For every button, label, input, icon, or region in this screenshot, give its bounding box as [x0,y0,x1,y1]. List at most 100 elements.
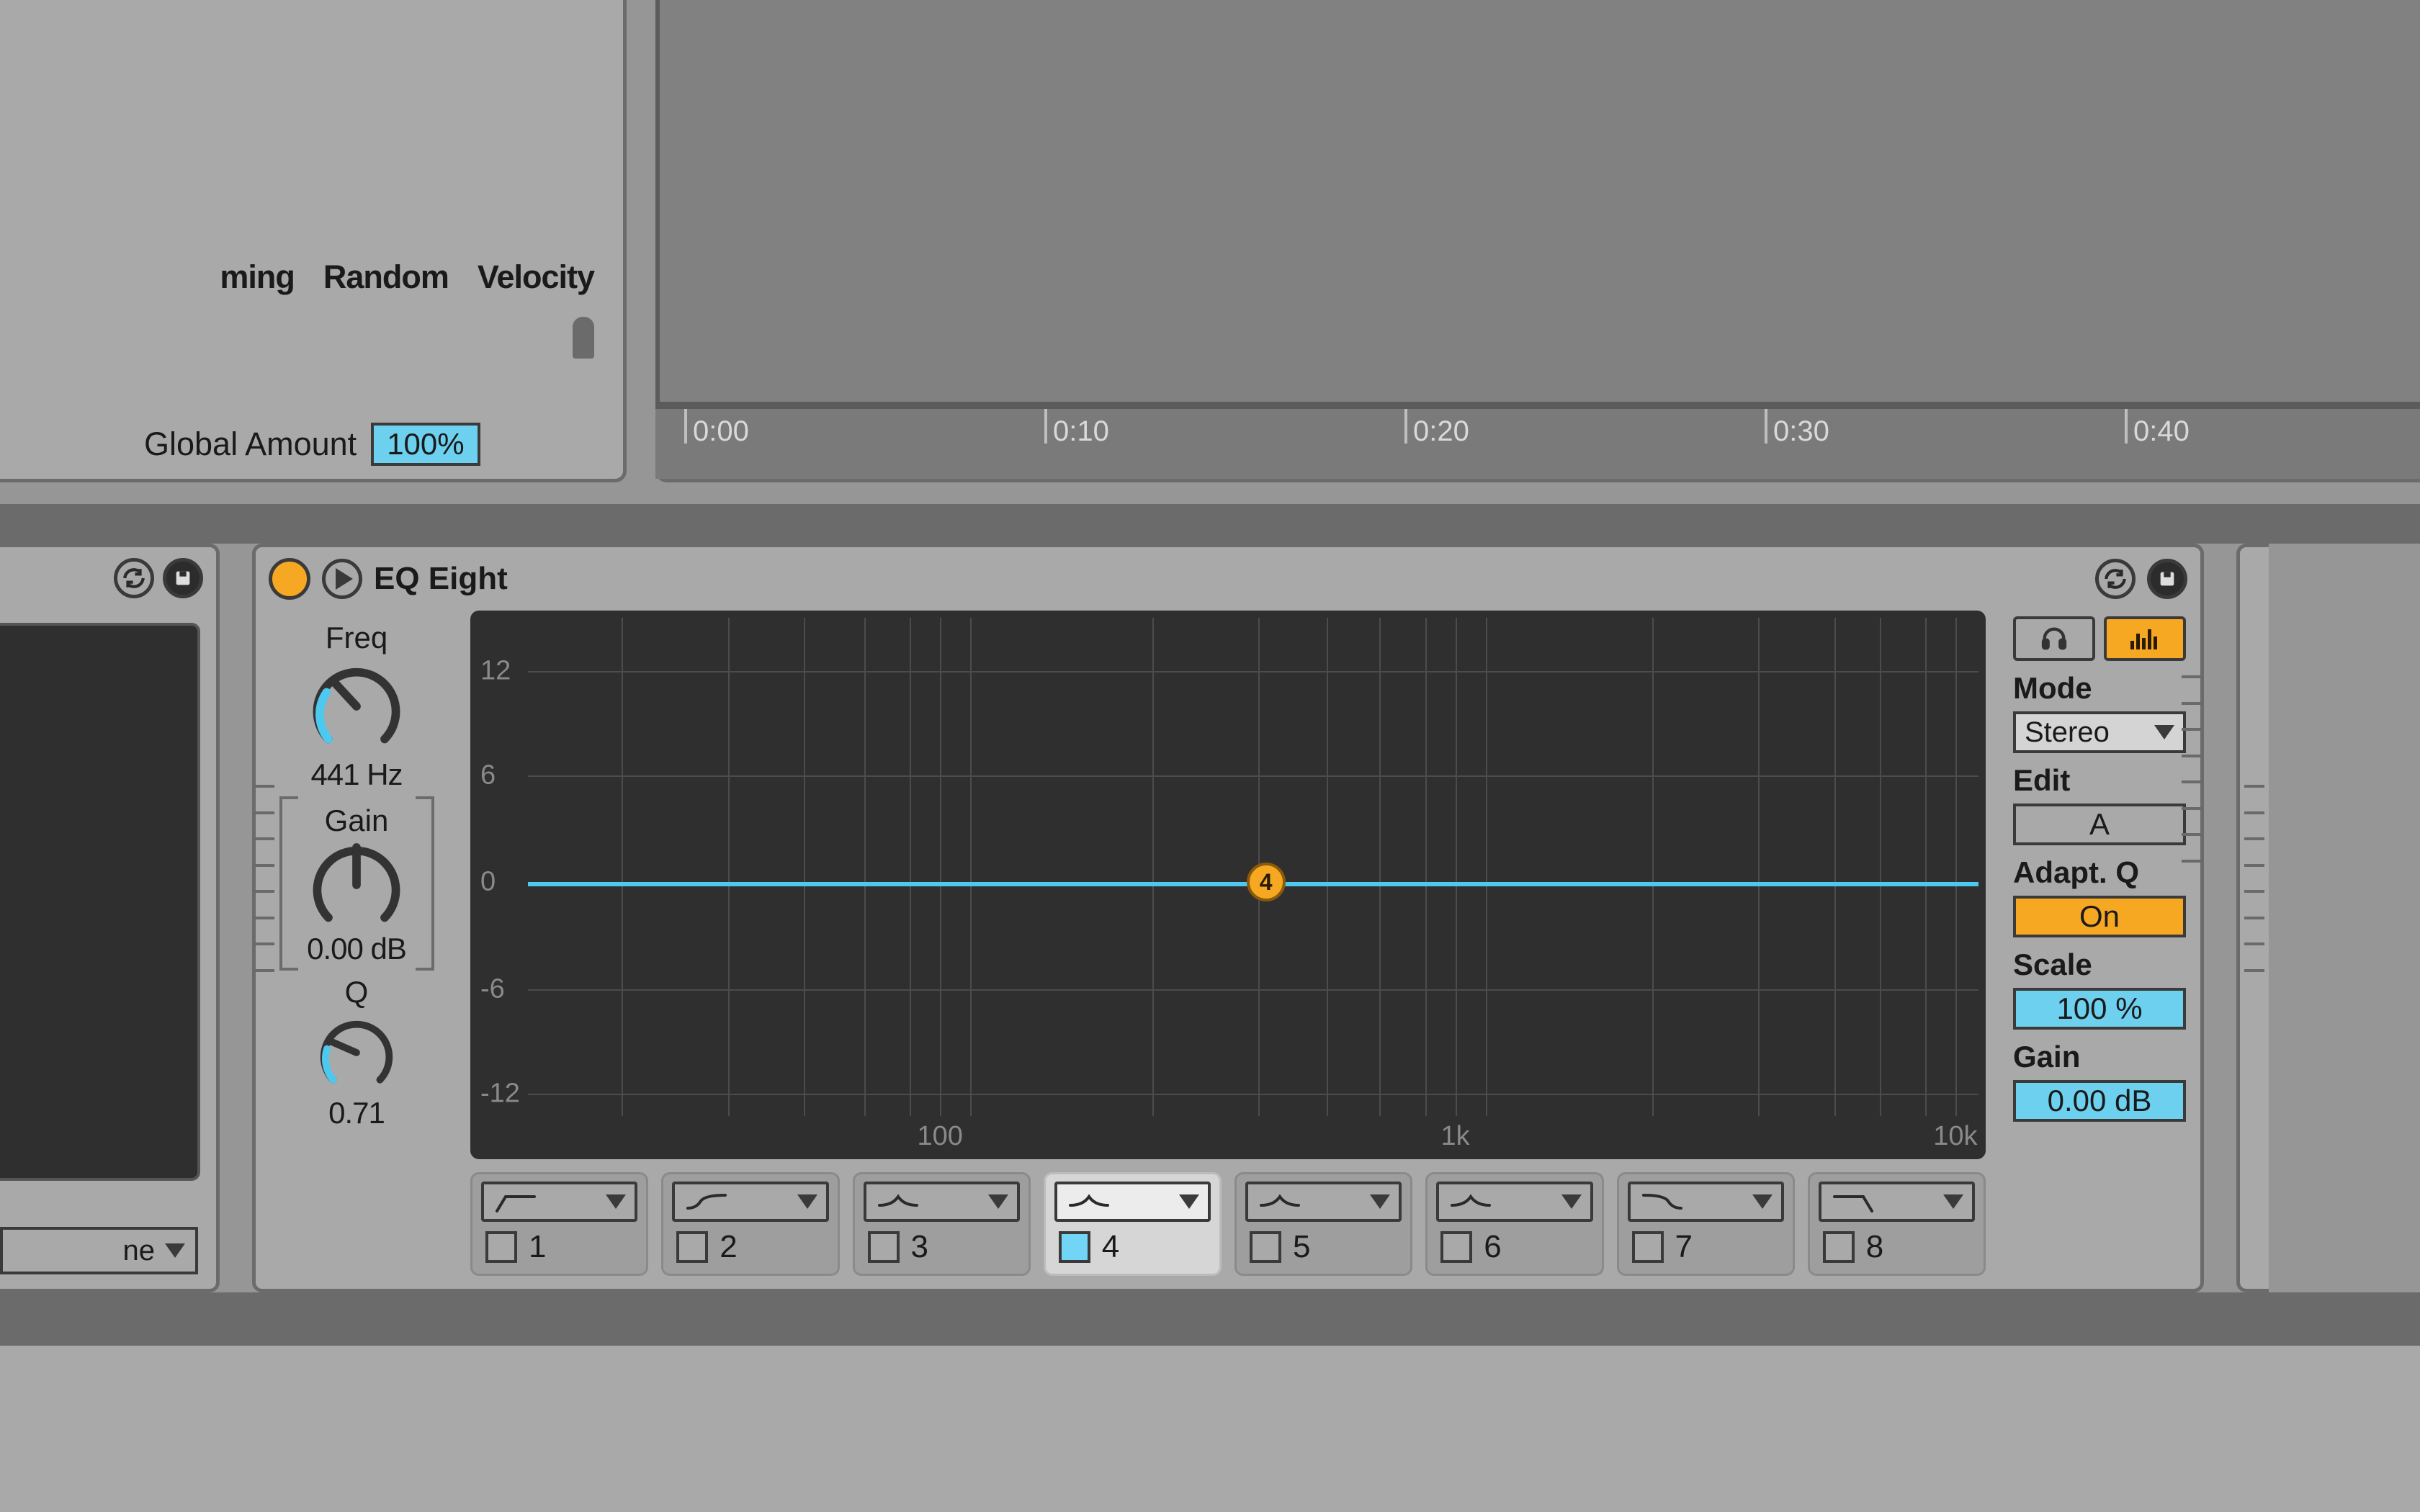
device-left-truncated: ne [0,544,220,1292]
scale-label: Scale [2013,948,2186,982]
x-tick: 10k [1933,1121,1977,1152]
grip-handle[interactable] [2244,785,2264,972]
ruler-tick: 0:00 [684,409,749,444]
headphones-icon [2040,624,2069,653]
band-enable-checkbox[interactable] [485,1231,517,1263]
x-tick: 1k [1441,1121,1470,1152]
filter-shape-icon [684,1189,730,1214]
band-number: 5 [1293,1229,1310,1265]
band-tile-1[interactable]: 1 [470,1172,648,1276]
band-enable-checkbox[interactable] [1823,1231,1855,1263]
midi-effect-panel: ming Random Velocity Global Amount 100% [0,0,627,482]
freq-value[interactable]: 441 Hz [310,757,402,792]
chevron-down-icon [1370,1194,1390,1209]
band-tile-6[interactable]: 6 [1425,1172,1603,1276]
filter-type-select[interactable] [1436,1182,1592,1222]
y-tick: 6 [480,760,496,791]
ruler-tick: 0:40 [2125,409,2190,444]
band-enable-checkbox[interactable] [868,1231,900,1263]
band-number: 2 [720,1229,737,1265]
band-enable-checkbox[interactable] [1440,1231,1472,1263]
ruler-tick: 0:20 [1404,409,1469,444]
arrangement-track[interactable] [655,0,2420,407]
global-amount-value[interactable]: 100% [371,423,480,466]
analyzer-toggle[interactable] [2104,616,2186,661]
preset-dropdown[interactable]: ne [0,1227,198,1274]
device-on-toggle[interactable] [269,558,310,600]
q-knob[interactable] [316,1014,397,1092]
band-parameter-column: Freq 441 Hz Gain 0.00 dB [256,611,457,1289]
filter-type-select[interactable] [1819,1182,1975,1222]
band-handle[interactable]: 4 [1247,863,1286,901]
save-preset-button[interactable] [163,558,203,598]
device-expand-button[interactable] [322,559,362,599]
adaptq-toggle[interactable]: On [2013,896,2186,937]
band-enable-checkbox[interactable] [1059,1231,1090,1263]
audition-button[interactable] [2013,616,2095,661]
band-tile-2[interactable]: 2 [661,1172,839,1276]
gain-knob[interactable] [306,838,407,932]
band-enable-checkbox[interactable] [676,1231,708,1263]
filter-type-select[interactable] [1245,1182,1402,1222]
scale-value[interactable]: 100 % [2013,988,2186,1030]
band-tile-4[interactable]: 4 [1044,1172,1222,1276]
band-number: 3 [911,1229,928,1265]
filter-type-select[interactable] [481,1182,637,1222]
eq-curve-display[interactable]: 12 6 0 -6 -12 [470,611,1986,1159]
save-preset-button[interactable] [2147,559,2187,599]
tab-random[interactable]: Random [323,258,449,296]
filter-type-select[interactable] [864,1182,1020,1222]
device-display[interactable] [0,623,200,1181]
gain-label: Gain [325,804,389,838]
edit-ab-button[interactable]: A [2013,804,2186,845]
arrangement-area: 0:00 0:10 0:20 0:30 0:40 [655,0,2420,482]
gain-value[interactable]: 0.00 dB [307,932,406,966]
band-tile-5[interactable]: 5 [1234,1172,1412,1276]
filter-type-select[interactable] [1054,1182,1211,1222]
grip-handle[interactable] [254,785,274,972]
top-area: ming Random Velocity Global Amount 100% … [0,0,2420,504]
scroll-thumb[interactable] [573,317,594,359]
mode-select[interactable]: Stereo [2013,711,2186,753]
ruler-tick: 0:30 [1765,409,1829,444]
rack-divider[interactable] [0,1292,2420,1343]
q-value[interactable]: 0.71 [328,1096,385,1130]
band-number: 1 [529,1229,546,1265]
chevron-down-icon [2154,725,2174,739]
chevron-down-icon [1561,1194,1582,1209]
status-bar [0,1343,2420,1512]
filter-shape-icon [875,1189,921,1214]
grip-handle[interactable] [2182,675,2202,863]
band-tile-3[interactable]: 3 [853,1172,1031,1276]
y-tick: -6 [480,973,505,1004]
chevron-down-icon [1943,1194,1963,1209]
band-tile-8[interactable]: 8 [1808,1172,1986,1276]
time-ruler[interactable]: 0:00 0:10 0:20 0:30 0:40 [655,407,2420,479]
refresh-button[interactable] [2095,559,2136,599]
q-label: Q [345,975,369,1009]
filter-type-select[interactable] [672,1182,828,1222]
band-number: 8 [1866,1229,1883,1265]
refresh-button[interactable] [114,558,154,598]
device-title: EQ Eight [374,561,508,597]
device-right-truncated [2236,544,2269,1292]
freq-knob[interactable] [306,660,407,753]
chevron-down-icon [1752,1194,1773,1209]
tab-velocity[interactable]: Velocity [478,258,594,296]
mode-value: Stereo [2025,716,2110,749]
save-icon [2157,569,2177,589]
band-number: 7 [1675,1229,1693,1265]
band-tile-7[interactable]: 7 [1617,1172,1795,1276]
rack-divider[interactable] [0,504,2420,544]
gain-group: Gain 0.00 dB [279,796,434,971]
tab-partial[interactable]: ming [220,258,295,296]
eq-center: 12 6 0 -6 -12 [457,611,1999,1289]
filter-shape-icon [1066,1189,1112,1214]
chevron-down-icon [606,1194,626,1209]
outgain-value[interactable]: 0.00 dB [2013,1080,2186,1122]
filter-type-select[interactable] [1628,1182,1784,1222]
band-enable-checkbox[interactable] [1632,1231,1664,1263]
band-enable-checkbox[interactable] [1250,1231,1281,1263]
freq-label: Freq [326,621,387,655]
preset-dropdown-text: ne [123,1235,156,1267]
